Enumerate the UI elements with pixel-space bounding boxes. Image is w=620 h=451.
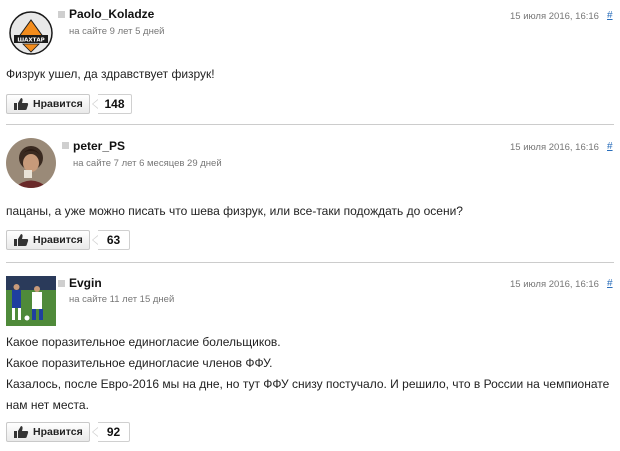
comment-text-line: пацаны, а уже можно писать что шева физр… xyxy=(6,204,463,218)
username[interactable]: peter_PS xyxy=(73,139,125,153)
membership-duration: на сайте 11 лет 15 дней xyxy=(69,294,175,305)
like-count: 92 xyxy=(92,422,130,442)
comment-text-line: Казалось, после Евро-2016 мы на дне, но … xyxy=(6,377,610,391)
like-button[interactable]: Нравится xyxy=(6,230,90,250)
thumbs-up-icon xyxy=(14,426,29,438)
comment-timestamp: 15 июля 2016, 16:16 xyxy=(510,279,599,290)
comment-text-line: Какое поразительное единогласие болельщи… xyxy=(6,335,281,349)
avatar[interactable] xyxy=(6,276,56,326)
status-indicator xyxy=(58,11,65,18)
thumbs-up-icon xyxy=(14,98,29,110)
divider xyxy=(6,262,614,263)
status-indicator xyxy=(62,142,69,149)
status-indicator xyxy=(58,280,65,287)
like-count: 63 xyxy=(92,230,130,250)
user-photo-icon xyxy=(6,138,56,188)
membership-duration: на сайте 9 лет 5 дней xyxy=(69,26,165,37)
comment-body: Какое поразительное единогласие болельщи… xyxy=(6,332,609,416)
permalink[interactable]: # xyxy=(607,141,613,152)
comment-text-line: Физрук ушел, да здравствует физрук! xyxy=(6,67,215,81)
membership-duration: на сайте 7 лет 6 месяцев 29 дней xyxy=(73,158,222,169)
permalink[interactable]: # xyxy=(607,278,613,289)
comment-text-line: Какое поразительное единогласие членов Ф… xyxy=(6,356,273,370)
like-label: Нравится xyxy=(33,234,83,246)
comment-text-line: нам нет места. xyxy=(6,398,89,412)
like-button[interactable]: Нравится xyxy=(6,94,90,114)
username[interactable]: Evgin xyxy=(69,276,102,290)
divider xyxy=(6,124,614,125)
shakhtar-crest-icon: ШАХТАР xyxy=(9,11,53,55)
username[interactable]: Paolo_Koladze xyxy=(69,7,154,21)
like-label: Нравится xyxy=(33,426,83,438)
avatar[interactable] xyxy=(6,138,56,188)
permalink[interactable]: # xyxy=(607,10,613,21)
comment: Evgin на сайте 11 лет 15 дней 15 июля 20… xyxy=(0,268,620,451)
comment-timestamp: 15 июля 2016, 16:16 xyxy=(510,142,599,153)
like-label: Нравится xyxy=(33,98,83,110)
football-players-photo-icon xyxy=(6,276,56,326)
svg-text:ШАХТАР: ШАХТАР xyxy=(17,38,44,44)
comment: ШАХТАР Paolo_Koladze на сайте 9 лет 5 дн… xyxy=(0,0,620,118)
like-button[interactable]: Нравится xyxy=(6,422,90,442)
like-count: 148 xyxy=(92,94,132,114)
avatar[interactable]: ШАХТАР xyxy=(6,8,56,58)
comment-body: Физрук ушел, да здравствует физрук! xyxy=(6,64,215,85)
thumbs-up-icon xyxy=(14,234,29,246)
comment: peter_PS на сайте 7 лет 6 месяцев 29 дне… xyxy=(0,130,620,255)
comment-timestamp: 15 июля 2016, 16:16 xyxy=(510,11,599,22)
comment-body: пацаны, а уже можно писать что шева физр… xyxy=(6,201,463,222)
